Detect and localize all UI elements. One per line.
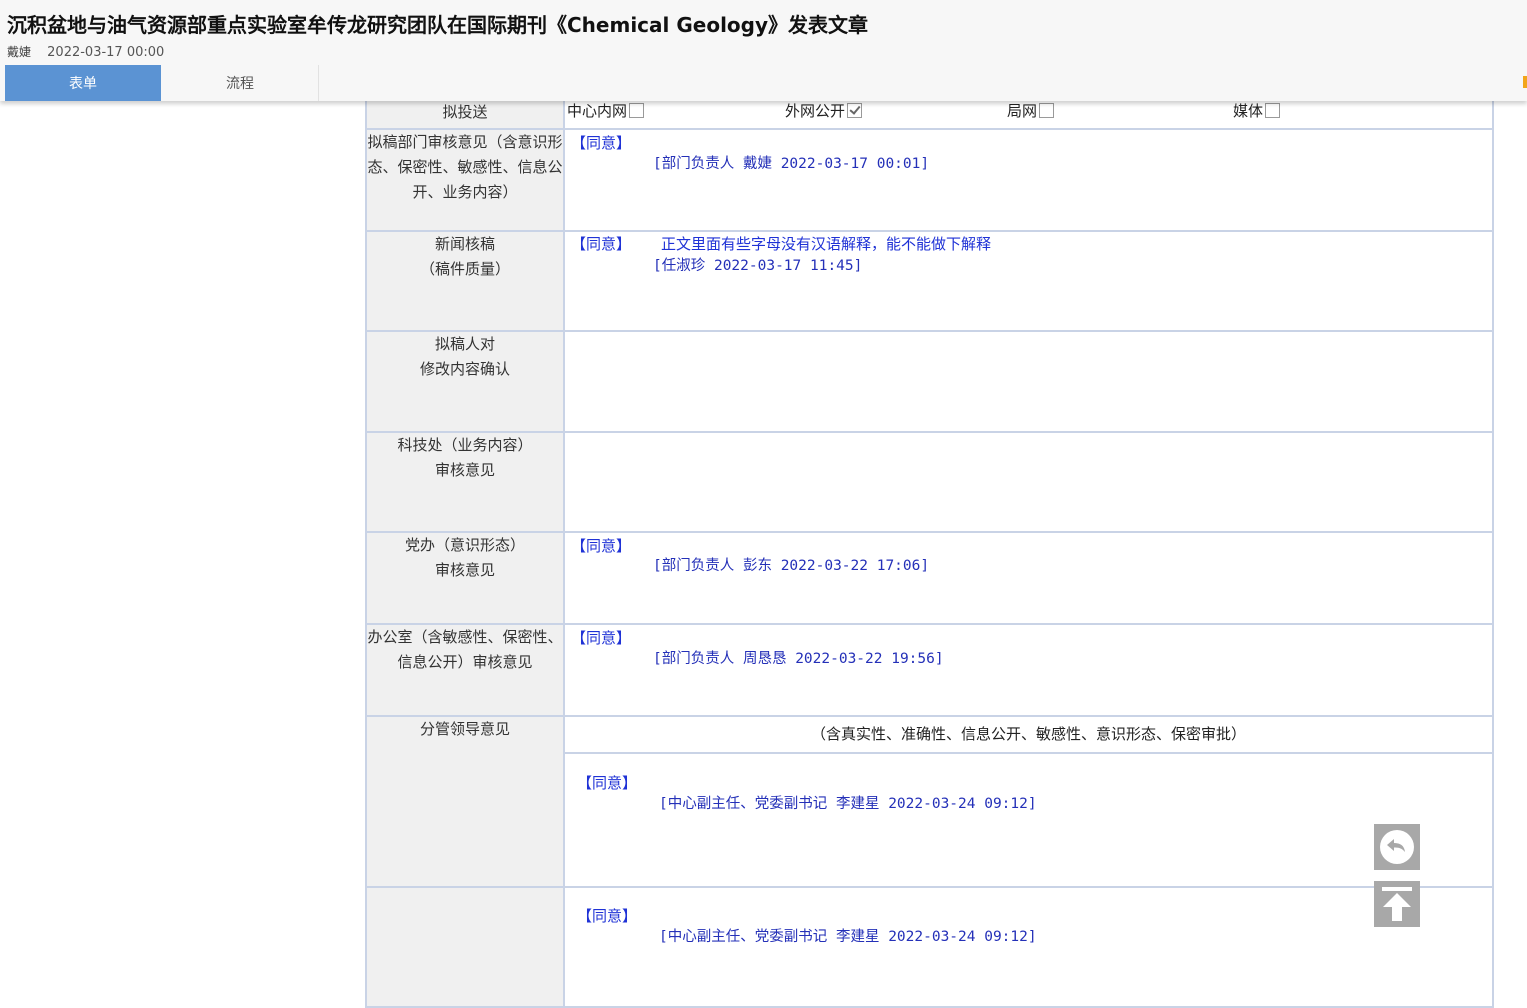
publish-option-public[interactable]: 外网公开 xyxy=(785,100,863,121)
news-review-value: 【同意】 正文里面有些字母没有汉语解释，能不能做下解释 [任淑珍 2022-03… xyxy=(563,230,1494,332)
approval-form: 拟投送 中心内网 外网公开 局网 媒体 拟稿部门审核意见（含意识形态、保密性、敏… xyxy=(365,80,1494,1008)
page-header: 沉积盆地与油气资源部重点实验室牟传龙研究团队在国际期刊《Chemical Geo… xyxy=(0,0,1527,101)
leader-review-caption-cell: （含真实性、准确性、信息公开、敏感性、意识形态、保密审批） xyxy=(563,715,1494,754)
drafter-confirm-label: 拟稿人对 修改内容确认 xyxy=(365,330,565,433)
next-review-label xyxy=(365,886,565,1008)
checkbox-media[interactable] xyxy=(1265,103,1281,118)
row-office-review: 办公室（含敏感性、保密性、信息公开）审核意见 【同意】 [部门负责人 周恳恳 2… xyxy=(365,623,1494,717)
checkbox-intranet[interactable] xyxy=(629,103,645,118)
publish-datetime: 2022-03-17 00:00 xyxy=(47,45,165,60)
office-review-agree: 【同意】 xyxy=(571,629,632,647)
tab-bar: 表单 流程 xyxy=(5,65,320,101)
checkbox-bureau[interactable] xyxy=(1039,103,1055,118)
dept-review-agree: 【同意】 xyxy=(571,134,632,152)
back-arrow-icon xyxy=(1380,830,1414,864)
party-review-sign: [部门负责人 彭东 2022-03-22 17:06] xyxy=(653,558,930,574)
news-review-label: 新闻核稿 （稿件质量） xyxy=(365,230,565,332)
office-review-sign: [部门负责人 周恳恳 2022-03-22 19:56] xyxy=(653,651,944,667)
publish-option-media[interactable]: 媒体 xyxy=(1233,100,1281,121)
party-review-agree: 【同意】 xyxy=(571,537,632,555)
leader-review-label: 分管领导意见 xyxy=(365,715,565,888)
leader-review-caption: （含真实性、准确性、信息公开、敏感性、意识形态、保密审批） xyxy=(810,725,1246,743)
edge-indicator xyxy=(1523,76,1527,88)
page-title: 沉积盆地与油气资源部重点实验室牟传龙研究团队在国际期刊《Chemical Geo… xyxy=(7,13,869,37)
next-review-value: 【同意】 [中心副主任、党委副书记 李建星 2022-03-24 09:12] xyxy=(563,886,1494,1008)
office-review-label: 办公室（含敏感性、保密性、信息公开）审核意见 xyxy=(365,623,565,717)
news-review-agree: 【同意】 xyxy=(571,235,632,253)
row-next-review: 【同意】 [中心副主任、党委副书记 李建星 2022-03-24 09:12] xyxy=(365,886,1494,1008)
news-review-sign: [任淑珍 2022-03-17 11:45] xyxy=(653,258,863,274)
dept-review-label: 拟稿部门审核意见（含意识形态、保密性、敏感性、信息公开、业务内容） xyxy=(365,128,565,232)
leader-review-agree: 【同意】 xyxy=(577,774,638,792)
party-review-label: 党办（意识形态） 审核意见 xyxy=(365,531,565,625)
news-review-comment: 正文里面有些字母没有汉语解释，能不能做下解释 xyxy=(661,235,992,253)
checkbox-public[interactable] xyxy=(847,103,863,118)
row-drafter-confirm: 拟稿人对 修改内容确认 xyxy=(365,330,1494,433)
party-review-value: 【同意】 [部门负责人 彭东 2022-03-22 17:06] xyxy=(563,531,1494,625)
article-meta: 戴婕 2022-03-17 00:00 xyxy=(7,43,164,60)
leader-review-value: 【同意】 [中心副主任、党委副书记 李建星 2022-03-24 09:12] xyxy=(563,752,1494,888)
row-party-review: 党办（意识形态） 审核意见 【同意】 [部门负责人 彭东 2022-03-22 … xyxy=(365,531,1494,625)
row-tech-review: 科技处（业务内容） 审核意见 xyxy=(365,431,1494,533)
tech-review-label: 科技处（业务内容） 审核意见 xyxy=(365,431,565,533)
tab-form[interactable]: 表单 xyxy=(5,65,161,101)
tech-review-value[interactable] xyxy=(563,431,1494,533)
leader-review-sign: [中心副主任、党委副书记 李建星 2022-03-24 09:12] xyxy=(659,796,1037,812)
approval-table: 拟投送 中心内网 外网公开 局网 媒体 拟稿部门审核意见（含意识形态、保密性、敏… xyxy=(365,80,1494,1008)
tab-flow[interactable]: 流程 xyxy=(162,65,319,101)
publish-option-intranet[interactable]: 中心内网 xyxy=(567,100,645,121)
row-dept-review: 拟稿部门审核意见（含意识形态、保密性、敏感性、信息公开、业务内容） 【同意】 [… xyxy=(365,128,1494,232)
next-review-agree: 【同意】 xyxy=(577,907,638,925)
dept-review-sign: [部门负责人 戴婕 2022-03-17 00:01] xyxy=(653,156,930,172)
publish-option-bureau[interactable]: 局网 xyxy=(1007,100,1055,121)
dept-review-value: 【同意】 [部门负责人 戴婕 2022-03-17 00:01] xyxy=(563,128,1494,232)
office-review-value: 【同意】 [部门负责人 周恳恳 2022-03-22 19:56] xyxy=(563,623,1494,717)
next-review-sign: [中心副主任、党委副书记 李建星 2022-03-24 09:12] xyxy=(659,929,1037,945)
back-to-top-icon xyxy=(1382,887,1412,921)
row-news-review: 新闻核稿 （稿件质量） 【同意】 正文里面有些字母没有汉语解释，能不能做下解释 … xyxy=(365,230,1494,332)
back-button[interactable] xyxy=(1374,824,1420,870)
back-to-top-button[interactable] xyxy=(1374,881,1420,927)
drafter-confirm-value[interactable] xyxy=(563,330,1494,433)
author-name: 戴婕 xyxy=(7,45,32,59)
row-leader-caption: 分管领导意见 （含真实性、准确性、信息公开、敏感性、意识形态、保密审批） xyxy=(365,715,1494,888)
